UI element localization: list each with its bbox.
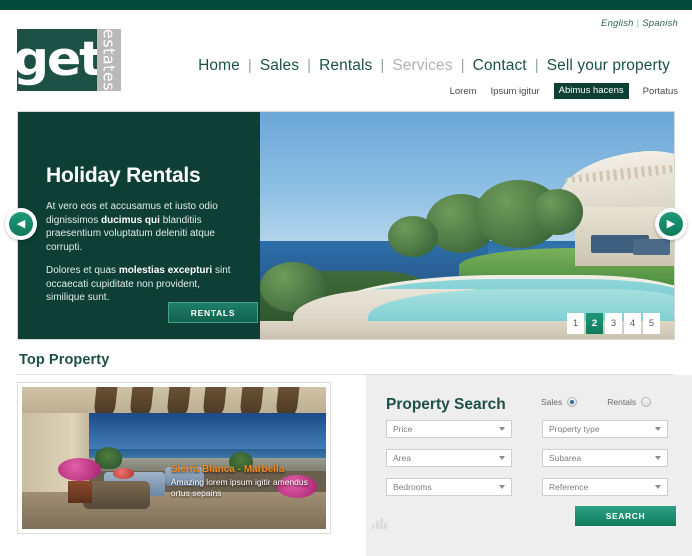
- hero-terrace-sofa-2: [632, 239, 670, 255]
- property-description: Amazing lorem ipsum igitir amendus ortus…: [170, 476, 308, 498]
- hero-pagination: 1 2 3 4 5: [567, 313, 660, 334]
- terrace-wicker-chair: [82, 480, 150, 510]
- hero-prev-arrow[interactable]: ◀: [5, 208, 37, 240]
- logo-word: get: [17, 32, 97, 87]
- hero-page-1[interactable]: 1: [567, 313, 584, 334]
- chevron-down-icon: [655, 485, 661, 489]
- select-subarea-label: Subarea: [549, 453, 582, 463]
- select-property-type-label: Property type: [549, 424, 600, 434]
- hero-text-panel: Holiday Rentals At vero eos et accusamus…: [18, 112, 258, 339]
- top-property-card[interactable]: Sierra Blanca - Marbella Amazing lorem i…: [17, 382, 331, 534]
- chevron-left-icon: ◀: [9, 212, 33, 236]
- select-property-type[interactable]: Property type: [542, 420, 668, 438]
- property-image: Sierra Blanca - Marbella Amazing lorem i…: [22, 387, 326, 529]
- hero-next-arrow[interactable]: ▶: [655, 208, 687, 240]
- hero-page-3[interactable]: 3: [605, 313, 622, 334]
- chevron-down-icon: [499, 456, 505, 460]
- nav-item-home[interactable]: Home: [190, 57, 248, 75]
- chart-watermark-icon: [372, 515, 388, 529]
- top-accent-bar: [0, 0, 692, 10]
- language-english[interactable]: English: [601, 18, 634, 29]
- subnav-item-abimus-hacens[interactable]: Abimus hacens: [553, 83, 629, 99]
- hero-image: [258, 112, 674, 339]
- select-area[interactable]: Area: [386, 449, 512, 467]
- search-button[interactable]: SEARCH: [575, 506, 676, 526]
- site-logo[interactable]: get estates: [17, 29, 121, 91]
- page-root: English | Spanish get estates Home | Sales…: [0, 0, 692, 556]
- terrace-flowers: [58, 458, 102, 481]
- nav-item-rentals[interactable]: Rentals: [311, 57, 380, 75]
- logo-sub: estates: [99, 29, 119, 91]
- radio-label-sales: Sales: [541, 397, 563, 407]
- chevron-down-icon: [655, 456, 661, 460]
- select-area-label: Area: [393, 453, 411, 463]
- logo-mark: get: [17, 29, 97, 91]
- radio-sales[interactable]: [567, 397, 578, 407]
- hero-tree: [388, 216, 438, 258]
- property-caption: Sierra Blanca - Marbella Amazing lorem i…: [165, 464, 326, 499]
- select-reference[interactable]: Reference: [542, 478, 668, 496]
- language-spanish[interactable]: Spanish: [642, 18, 678, 29]
- property-title: Sierra Blanca - Marbella: [170, 463, 285, 475]
- select-reference-label: Reference: [549, 482, 589, 492]
- nav-item-contact[interactable]: Contact: [465, 57, 535, 75]
- terrace-planter: [67, 480, 92, 504]
- chevron-down-icon: [499, 485, 505, 489]
- nav-item-services[interactable]: Services: [384, 57, 460, 75]
- main-navigation: Home | Sales | Rentals | Services | Cont…: [190, 57, 678, 75]
- logo-estates-block: estates: [97, 29, 121, 91]
- subnav-item-ipsum-igitur[interactable]: Ipsum igitur: [491, 86, 540, 97]
- language-separator: |: [636, 18, 640, 29]
- select-price[interactable]: Price: [386, 420, 512, 438]
- search-panel-title: Property Search: [386, 396, 506, 413]
- radio-option-sales[interactable]: Sales: [541, 397, 578, 407]
- radio-label-rentals: Rentals: [607, 397, 637, 407]
- hero-page-2[interactable]: 2: [586, 313, 603, 334]
- chevron-right-icon: ▶: [659, 212, 683, 236]
- search-fields: Price Property type Area Subarea Bedroom…: [386, 420, 676, 496]
- hero-paragraph-2: Dolores et quas molestias excepturi sint…: [46, 265, 231, 303]
- select-subarea[interactable]: Subarea: [542, 449, 668, 467]
- nav-item-sales[interactable]: Sales: [252, 57, 307, 75]
- hero-page-5[interactable]: 5: [643, 313, 660, 334]
- chevron-down-icon: [655, 427, 661, 431]
- search-mode-radiogroup: Sales Rentals: [541, 397, 652, 407]
- select-price-label: Price: [393, 424, 413, 434]
- secondary-navigation: Lorem Ipsum igitur Abimus hacens Portatu…: [450, 83, 678, 99]
- radio-option-rentals[interactable]: Rentals: [607, 397, 652, 407]
- chevron-down-icon: [499, 427, 505, 431]
- subnav-item-portatus[interactable]: Portatus: [643, 86, 678, 97]
- select-bedrooms[interactable]: Bedrooms: [386, 478, 512, 496]
- nav-item-sell-your-property[interactable]: Sell your property: [539, 57, 678, 75]
- language-selector: English | Spanish: [601, 18, 678, 29]
- hero-tree: [533, 189, 583, 235]
- radio-rentals[interactable]: [641, 397, 652, 407]
- hero-rentals-button[interactable]: RENTALS: [168, 302, 258, 323]
- select-bedrooms-label: Bedrooms: [393, 482, 432, 492]
- subnav-item-lorem[interactable]: Lorem: [450, 86, 477, 97]
- hero-title: Holiday Rentals: [46, 164, 201, 187]
- hero-paragraph-1: At vero eos et accusamus et iusto odio d…: [46, 201, 218, 253]
- hero-page-4[interactable]: 4: [624, 313, 641, 334]
- hero-slider: Holiday Rentals At vero eos et accusamus…: [17, 111, 675, 340]
- page-title: Top Property: [19, 352, 110, 368]
- property-search-panel: Property Search Sales Rentals Price Prop…: [366, 375, 692, 556]
